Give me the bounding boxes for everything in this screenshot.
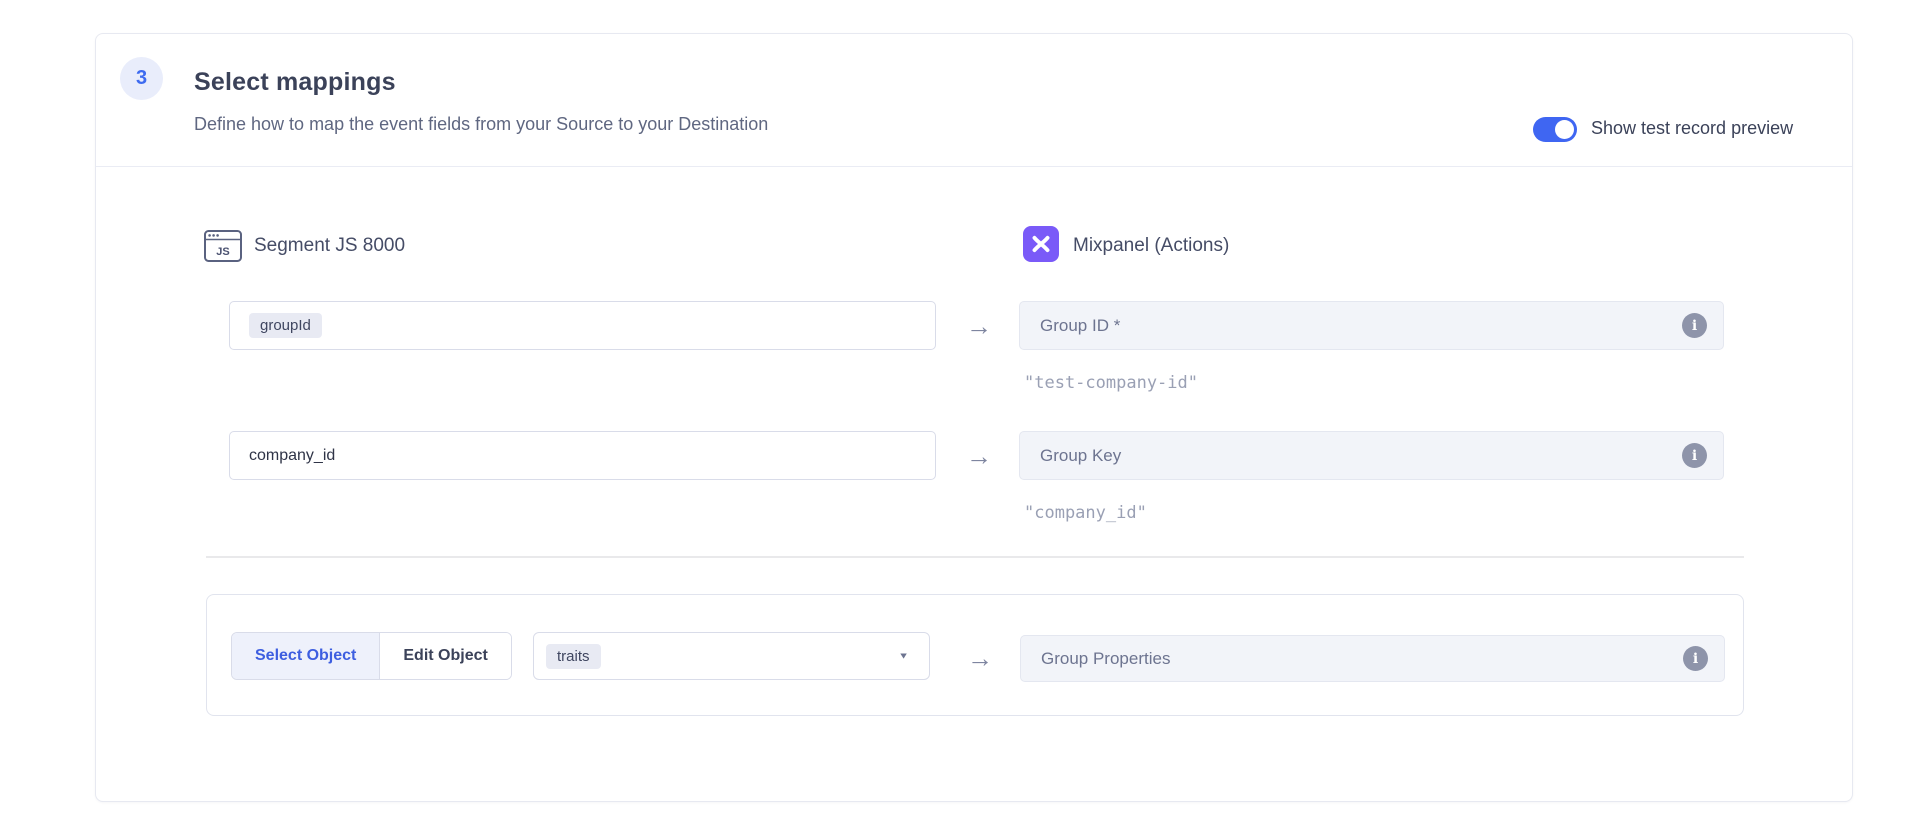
page-title: Select mappings [194,68,396,97]
show-test-record-preview-toggle[interactable] [1533,117,1577,142]
field-token[interactable]: traits [546,644,601,669]
destination-field-group-properties: Group Properties i [1020,635,1725,682]
destination-field-group-key: Group Key i [1019,431,1724,480]
field-token[interactable]: groupId [249,313,322,338]
object-mapping-box: Select Object Edit Object traits ▼ → Gro… [206,594,1744,716]
arrow-right-icon: → [964,311,994,341]
toggle-knob [1555,120,1574,139]
object-path-dropdown[interactable]: traits ▼ [533,632,930,680]
test-record-preview-value: "test-company-id" [1024,373,1198,393]
step-number-badge: 3 [120,57,163,100]
svg-text:JS: JS [216,246,229,258]
destination-field-label: Group Key [1040,446,1121,466]
page-subtitle: Define how to map the event fields from … [194,114,768,135]
arrow-right-icon: → [964,441,994,471]
object-mode-button-group: Select Object Edit Object [231,632,512,680]
source-field-text-input[interactable] [249,447,935,465]
select-mappings-card: 3 Select mappings Define how to map the … [95,33,1853,802]
destination-field-label: Group ID * [1040,316,1120,336]
select-object-button[interactable]: Select Object [232,633,380,679]
info-icon[interactable]: i [1682,313,1707,338]
arrow-right-icon: → [965,643,995,673]
segment-js-browser-icon: JS [204,230,242,262]
destination-field-label: Group Properties [1041,649,1170,669]
info-icon[interactable]: i [1683,646,1708,671]
section-divider [206,556,1744,558]
source-field-input-groupid[interactable]: groupId [229,301,936,350]
edit-object-button[interactable]: Edit Object [380,633,510,679]
mixpanel-icon [1023,226,1059,262]
info-icon[interactable]: i [1682,443,1707,468]
chevron-down-icon: ▼ [898,651,909,661]
test-record-preview-value: "company_id" [1024,503,1147,523]
header-divider [96,166,1852,167]
destination-name: Mixpanel (Actions) [1073,235,1229,257]
toggle-label: Show test record preview [1591,118,1793,139]
source-field-input-company-id[interactable] [229,431,936,480]
source-name: Segment JS 8000 [254,235,405,257]
destination-field-group-id: Group ID * i [1019,301,1724,350]
